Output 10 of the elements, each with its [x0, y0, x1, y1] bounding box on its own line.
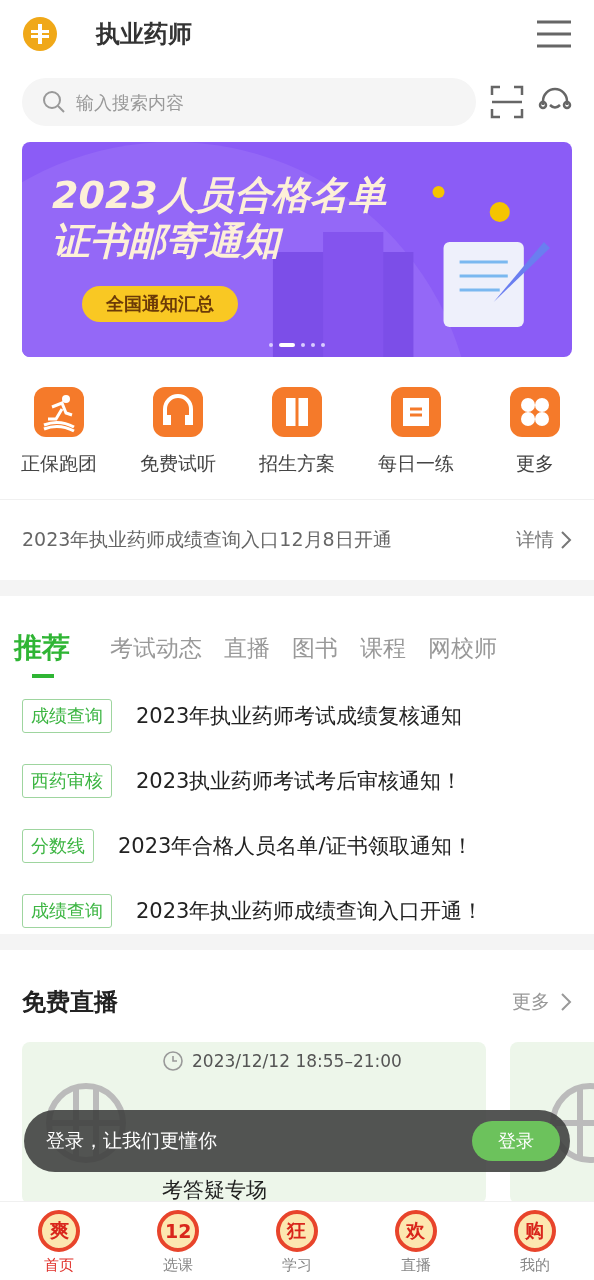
- toast-text: 登录，让我们更懂你: [46, 1128, 218, 1153]
- banner-headline: 2023人员合格名单: [52, 172, 386, 218]
- section-title: 免费直播: [22, 987, 119, 1018]
- live-time: 2023/12/12 18:55–21:00: [192, 1051, 402, 1071]
- category-tag: 西药审核: [22, 763, 112, 798]
- category-tag: 成绩查询: [22, 893, 112, 928]
- category-tag: 分数线: [22, 828, 94, 863]
- category-tag: 成绩查询: [22, 698, 112, 733]
- app-title: 执业药师: [96, 19, 193, 50]
- live-title: 考答疑专场: [162, 1177, 268, 1204]
